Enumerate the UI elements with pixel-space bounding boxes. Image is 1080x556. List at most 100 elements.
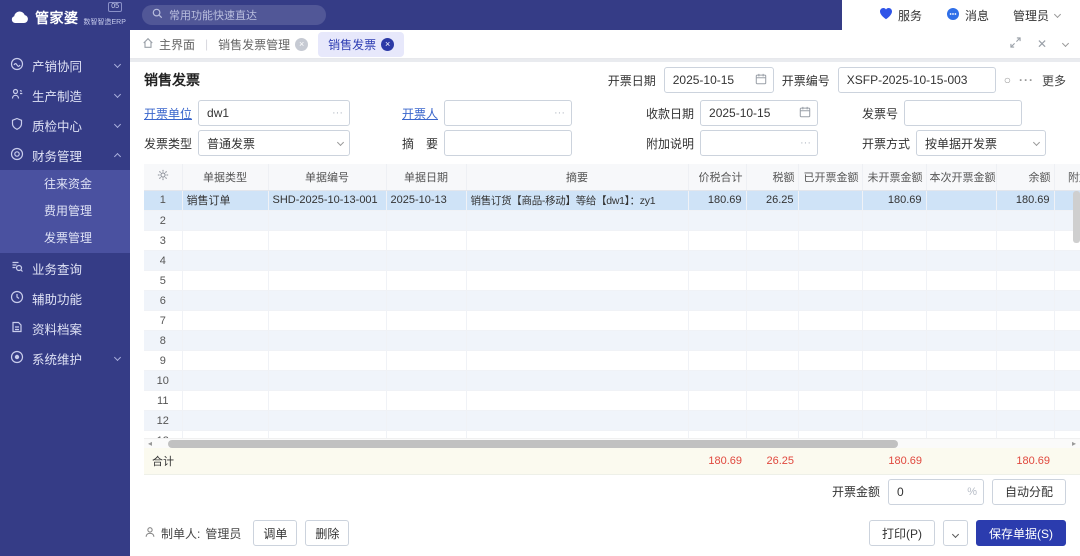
print-button[interactable]: 打印(P) — [869, 520, 935, 546]
print-dropdown-button[interactable] — [943, 520, 968, 546]
tab-sales-invoice[interactable]: 销售发票 × — [318, 32, 404, 57]
recall-button[interactable]: 调单 — [253, 520, 297, 546]
bottom-right-actions: 打印(P) 保存单据(S) — [869, 520, 1066, 546]
sidebar-item-quality-center[interactable]: 质检中心 — [0, 110, 130, 140]
auto-allocate-button[interactable]: 自动分配 — [992, 479, 1066, 505]
sidebar-item-funds[interactable]: 往来资金 — [0, 171, 130, 198]
cell-type — [182, 271, 268, 291]
invoice-type-select[interactable]: 普通发票 — [198, 130, 350, 156]
table-row[interactable]: 13 — [144, 431, 1080, 438]
invoice-no-input[interactable] — [839, 68, 995, 92]
cell-tax — [746, 431, 798, 438]
sidebar-item-production-sales[interactable]: 产销协同 — [0, 50, 130, 80]
cell-seq: 2 — [144, 211, 182, 231]
close-icon[interactable]: × — [381, 38, 394, 51]
table-row[interactable]: 12 — [144, 411, 1080, 431]
cell-tax — [746, 271, 798, 291]
billing-unit-field[interactable]: ··· — [198, 100, 350, 126]
invoice-amount-field[interactable]: % — [888, 479, 984, 505]
tax-invoice-no-input[interactable] — [905, 101, 1021, 125]
cell-no — [268, 411, 386, 431]
ellipsis-icon[interactable]: ··· — [1019, 73, 1034, 87]
cell-no — [268, 391, 386, 411]
table-row[interactable]: 8 — [144, 331, 1080, 351]
expand-icon[interactable] — [1010, 37, 1021, 51]
vertical-scrollbar[interactable] — [1073, 191, 1080, 311]
summary-field[interactable] — [444, 130, 572, 156]
cell-no — [268, 351, 386, 371]
percent-toggle[interactable]: % — [967, 486, 977, 498]
sidebar-item-business-query[interactable]: 业务查询 — [0, 253, 130, 283]
ellipsis-icon[interactable]: ··· — [332, 107, 343, 119]
billing-unit-input[interactable] — [199, 101, 349, 125]
more-link[interactable]: 更多 — [1042, 72, 1066, 89]
table-row[interactable]: 9 — [144, 351, 1080, 371]
cell-summary — [466, 331, 688, 351]
table-row[interactable]: 1销售订单SHD-2025-10-13-0012025-10-13销售订货【商品… — [144, 191, 1080, 211]
scroll-right-icon[interactable]: ▸ — [1068, 439, 1080, 449]
chevron-down-icon[interactable] — [1062, 39, 1069, 46]
tax-invoice-no-field[interactable] — [904, 100, 1022, 126]
table-row[interactable]: 10 — [144, 371, 1080, 391]
biller-link[interactable]: 开票人 — [402, 105, 438, 122]
close-icon[interactable]: ✕ — [1037, 37, 1047, 51]
sidebar-item-archives[interactable]: 资料档案 — [0, 313, 130, 343]
grid-gear-icon[interactable] — [144, 164, 182, 190]
service-menu[interactable]: 服务 — [879, 7, 922, 24]
cell-current — [926, 271, 996, 291]
column-header: 税额 — [746, 164, 798, 190]
sidebar-item-manufacturing[interactable]: 生产制造 — [0, 80, 130, 110]
app-logo: 管家婆 数智智造ERP 05 — [0, 0, 130, 36]
save-button[interactable]: 保存单据(S) — [976, 520, 1066, 546]
biller-field[interactable]: ··· — [444, 100, 572, 126]
table-row[interactable]: 11 — [144, 391, 1080, 411]
calendar-icon[interactable] — [755, 73, 767, 88]
extra-note-field[interactable]: ··· — [700, 130, 818, 156]
cell-date — [386, 231, 466, 251]
scroll-left-icon[interactable]: ◂ — [144, 439, 156, 449]
cell-seq: 3 — [144, 231, 182, 251]
invoice-mode-select[interactable]: 按单据开发票 — [916, 130, 1046, 156]
messages-menu[interactable]: 消息 — [946, 7, 989, 24]
total-uninvoiced: 180.69 — [862, 448, 926, 474]
table-row[interactable]: 7 — [144, 311, 1080, 331]
cell-tax — [746, 411, 798, 431]
calendar-icon[interactable] — [799, 106, 811, 121]
ellipsis-icon[interactable]: ··· — [800, 137, 811, 149]
sidebar-item-finance[interactable]: 财务管理 — [0, 140, 130, 170]
cell-summary — [466, 391, 688, 411]
cell-date — [386, 251, 466, 271]
invoice-date-field[interactable] — [664, 67, 774, 93]
breadcrumb-home[interactable]: 主界面 — [142, 36, 195, 53]
table-row[interactable]: 3 — [144, 231, 1080, 251]
vscroll-thumb[interactable] — [1073, 191, 1080, 243]
user-menu[interactable]: 管理员 — [1013, 7, 1060, 24]
horizontal-scrollbar[interactable]: ◂ ▸ — [144, 438, 1080, 448]
billing-unit-link[interactable]: 开票单位 — [144, 105, 192, 122]
quick-search-input[interactable]: 常用功能快速直达 — [142, 5, 326, 25]
cell-invoiced — [798, 331, 862, 351]
invoice-no-field[interactable] — [838, 67, 996, 93]
sidebar-item-system[interactable]: 系统维护 — [0, 343, 130, 373]
close-icon[interactable]: × — [295, 38, 308, 51]
refresh-circle-icon[interactable]: ○ — [1004, 73, 1011, 87]
cell-summary — [466, 291, 688, 311]
sidebar-item-expense[interactable]: 费用管理 — [0, 198, 130, 225]
biller-input[interactable] — [445, 101, 571, 125]
table-row[interactable]: 4 — [144, 251, 1080, 271]
delete-button[interactable]: 删除 — [305, 520, 349, 546]
cell-tax — [746, 351, 798, 371]
summary-input[interactable] — [445, 131, 571, 155]
cell-extra — [1054, 351, 1080, 371]
tab-invoice-management[interactable]: 销售发票管理 × — [218, 36, 308, 53]
table-row[interactable]: 2 — [144, 211, 1080, 231]
table-row[interactable]: 6 — [144, 291, 1080, 311]
table-row[interactable]: 5 — [144, 271, 1080, 291]
cell-balance — [996, 331, 1054, 351]
column-header: 单据类型 — [182, 164, 268, 190]
sidebar-item-auxiliary[interactable]: 辅助功能 — [0, 283, 130, 313]
ellipsis-icon[interactable]: ··· — [554, 107, 565, 119]
hscroll-thumb[interactable] — [168, 440, 898, 448]
sidebar-item-invoice-mgmt[interactable]: 发票管理 — [0, 225, 130, 252]
receipt-date-field[interactable] — [700, 100, 818, 126]
